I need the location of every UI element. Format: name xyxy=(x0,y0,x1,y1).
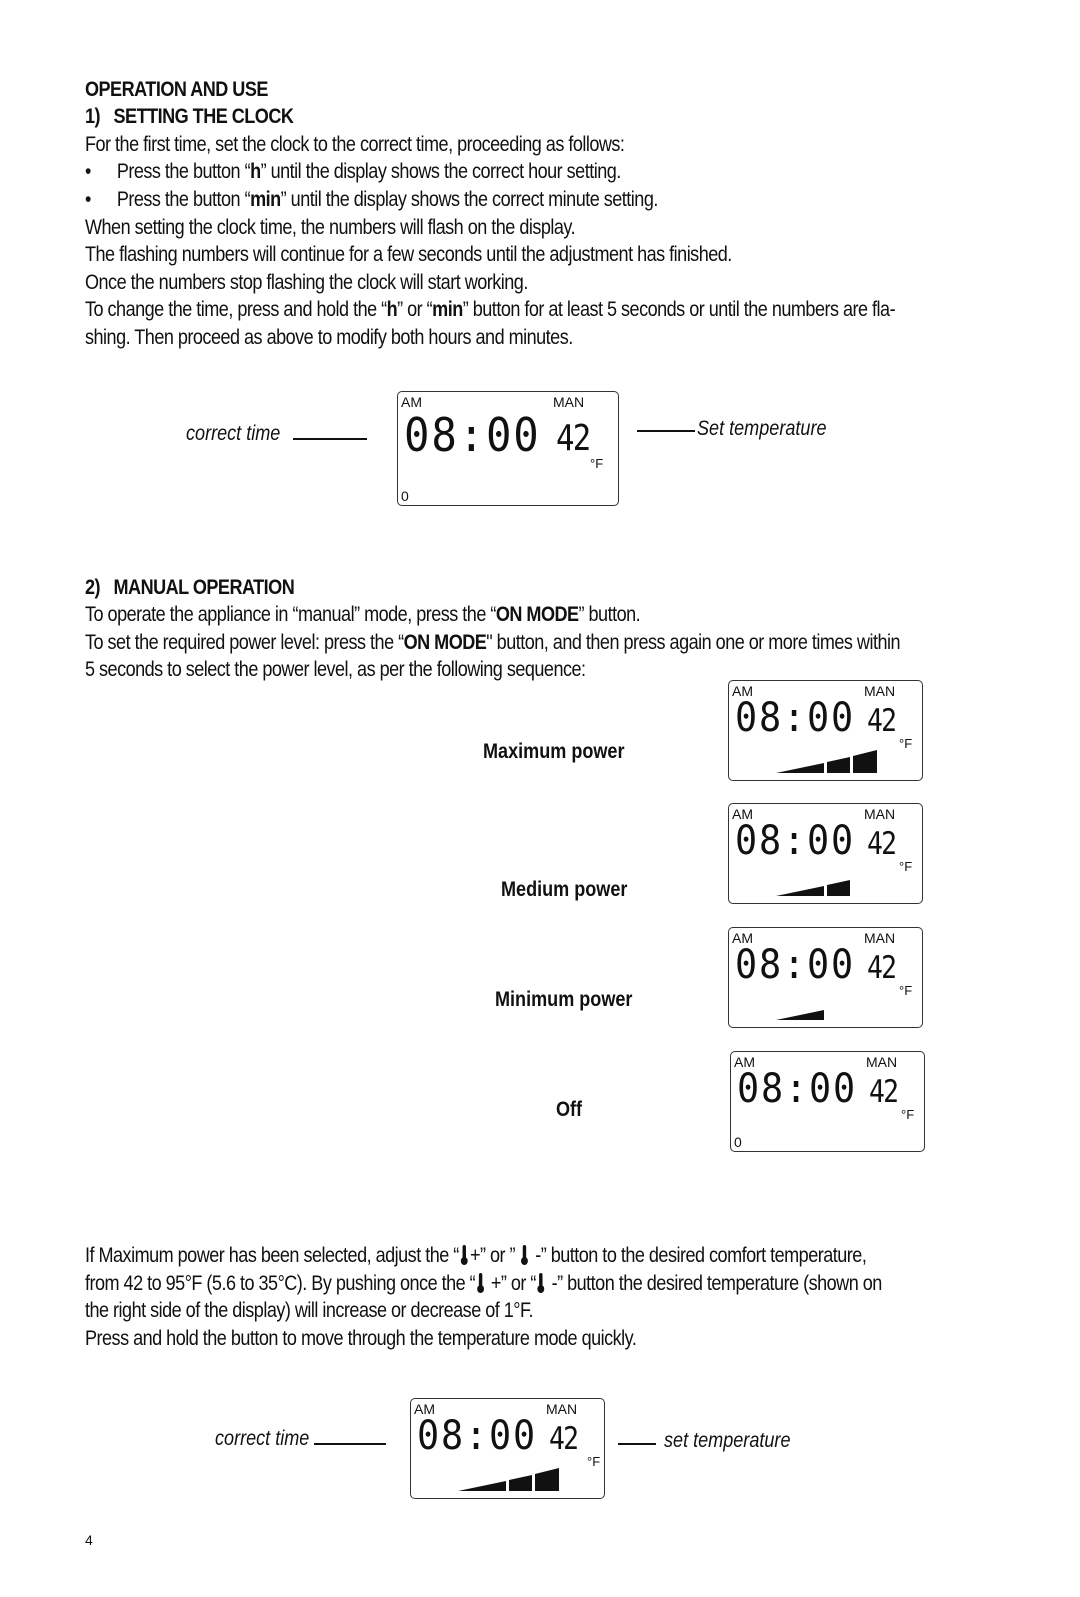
correct-time-label: correct time xyxy=(215,1427,310,1450)
lcd-display-off: AM MAN 08:00 42 °F 0 xyxy=(730,1051,925,1152)
lcd-time: 08:00 xyxy=(404,408,541,462)
power-bars xyxy=(776,880,850,896)
key-min: min xyxy=(250,188,281,211)
leader-line xyxy=(314,1443,386,1445)
leader-line xyxy=(293,438,367,440)
lcd-time: 08:00 xyxy=(417,1413,537,1459)
lcd-man: MAN xyxy=(553,394,585,410)
lcd-man: MAN xyxy=(866,1054,898,1070)
manual-line-2: To set the required power level: press t… xyxy=(85,631,901,654)
power-bars xyxy=(776,1118,886,1146)
section-title: OPERATION AND USE xyxy=(85,78,268,101)
lcd-unit: °F xyxy=(901,1107,915,1122)
power-bar-segment xyxy=(776,886,824,896)
lcd-unit: °F xyxy=(899,736,913,751)
thermometer-icon xyxy=(460,1245,468,1265)
clock-bullet-1: • Press the button “h” until the display … xyxy=(85,158,621,186)
power-bar-segment xyxy=(827,757,850,773)
leader-line xyxy=(618,1443,656,1445)
clock-line-2: The flashing numbers will continue for a… xyxy=(85,243,732,266)
lcd-unit: °F xyxy=(899,859,913,874)
lcd-off-indicator: 0 xyxy=(401,488,409,504)
lcd-time: 08:00 xyxy=(735,695,855,741)
bullet-icon: • xyxy=(85,188,91,211)
lcd-display-current: AM MAN 08:00 42 °F xyxy=(410,1398,605,1499)
lcd-man: MAN xyxy=(864,806,896,822)
lcd-display-minimum: AM MAN 08:00 42 °F xyxy=(728,927,923,1028)
manual-line-1: To operate the appliance in “manual” mod… xyxy=(85,603,641,626)
lcd-temp: 42 xyxy=(867,826,897,862)
page-number: 4 xyxy=(85,1532,93,1548)
lcd-unit: °F xyxy=(587,1454,601,1469)
clock-intro: For the first time, set the clock to the… xyxy=(85,133,625,156)
power-bar-segment xyxy=(509,1475,532,1491)
clock-heading: 1) SETTING THE CLOCK xyxy=(85,105,294,128)
mode-label-medium: Medium power xyxy=(501,878,628,901)
lcd-man: MAN xyxy=(864,930,896,946)
lcd-temp: 42 xyxy=(549,1421,579,1457)
clock-change-line-1: To change the time, press and hold the “… xyxy=(85,298,896,321)
bullet-icon: • xyxy=(85,160,91,183)
lcd-man: MAN xyxy=(864,683,896,699)
power-bars xyxy=(776,1010,824,1020)
thermometer-icon xyxy=(476,1273,485,1293)
thermometer-icon xyxy=(537,1273,546,1293)
clock-line-1: When setting the clock time, the numbers… xyxy=(85,216,576,239)
clock-bullet-2: • Press the button “min” until the displa… xyxy=(85,186,658,214)
power-bar-segment xyxy=(827,880,850,896)
lcd-time: 08:00 xyxy=(737,1066,857,1112)
lcd-unit: °F xyxy=(899,983,913,998)
thermometer-icon xyxy=(521,1245,529,1265)
mode-label-maximum: Maximum power xyxy=(483,740,625,763)
power-bars xyxy=(458,1468,559,1491)
lcd-display: AM MAN 08:00 42 °F 0 xyxy=(397,391,619,506)
lcd-temp: 42 xyxy=(869,1074,899,1110)
power-bar-segment xyxy=(535,1468,559,1491)
lcd-display-maximum: AM MAN 08:00 42 °F xyxy=(728,680,923,781)
clock-change-line-2: shing. Then proceed as above to modify b… xyxy=(85,326,573,349)
lcd-temp: 42 xyxy=(867,950,897,986)
temp-line-3: the right side of the display) will incr… xyxy=(85,1299,534,1322)
clock-line-3: Once the numbers stop flashing the clock… xyxy=(85,271,528,294)
power-bar-segment xyxy=(776,1010,824,1020)
lcd-display-medium: AM MAN 08:00 42 °F xyxy=(728,803,923,904)
lcd-time: 08:00 xyxy=(735,942,855,988)
leader-line xyxy=(637,430,695,432)
power-bar-segment xyxy=(776,763,824,773)
mode-label-minimum: Minimum power xyxy=(495,988,633,1011)
key-h: h xyxy=(250,160,261,183)
manual-line-3: 5 seconds to select the power level, as … xyxy=(85,658,586,681)
power-bar-segment xyxy=(458,1481,506,1491)
power-bars xyxy=(776,750,877,773)
correct-time-label: correct time xyxy=(186,422,281,445)
lcd-temp: 42 xyxy=(867,703,897,739)
manual-heading: 2) MANUAL OPERATION xyxy=(85,576,295,599)
mode-label-off: Off xyxy=(556,1098,583,1121)
temp-line-4: Press and hold the button to move throug… xyxy=(85,1327,637,1350)
power-bar-segment xyxy=(853,750,877,773)
lcd-time: 08:00 xyxy=(735,818,855,864)
lcd-off-indicator: 0 xyxy=(734,1134,742,1150)
lcd-unit: °F xyxy=(590,456,604,471)
lcd-man: MAN xyxy=(546,1401,578,1417)
temp-line-1: If Maximum power has been selected, adju… xyxy=(85,1244,867,1267)
lcd-temp: 42 xyxy=(556,418,591,459)
set-temperature-label: Set temperature xyxy=(697,417,827,440)
set-temperature-label: set temperature xyxy=(664,1429,791,1452)
temp-line-2: from 42 to 95°F (5.6 to 35°C). By pushin… xyxy=(85,1272,882,1295)
